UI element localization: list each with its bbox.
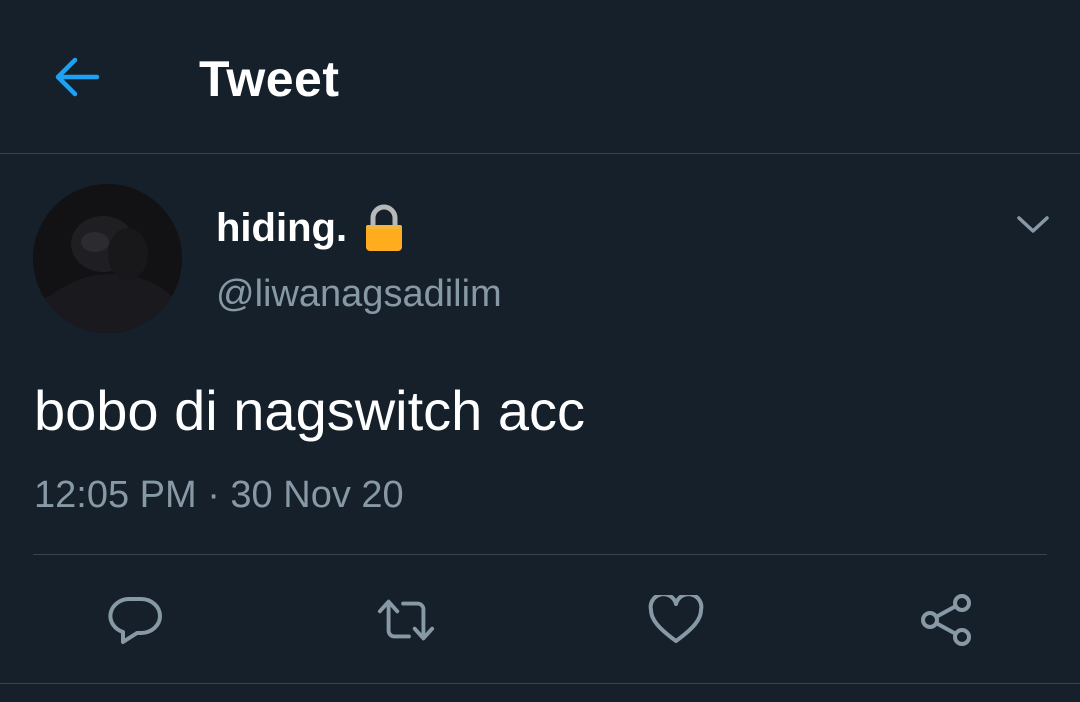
share-icon <box>921 594 971 646</box>
retweet-button[interactable] <box>376 590 436 650</box>
tweet-text: bobo di nagswitch acc <box>34 379 586 442</box>
author-name-row: hiding. <box>216 200 405 256</box>
more-options-button[interactable] <box>1008 200 1058 250</box>
reply-button[interactable] <box>105 590 165 650</box>
divider <box>0 683 1080 684</box>
reply-icon <box>108 597 162 644</box>
retweet-icon <box>377 599 435 641</box>
tweet-timestamp[interactable]: 12:05 PM · 30 Nov 20 <box>34 472 404 518</box>
avatar[interactable] <box>33 184 182 333</box>
divider <box>33 554 1047 555</box>
chevron-down-icon <box>1017 216 1049 233</box>
author-handle[interactable]: @liwanagsadilim <box>216 270 502 318</box>
avatar-image <box>33 184 182 333</box>
tweet-detail-screen: Tweet hiding. @liwanagsadilim bobo di na… <box>0 0 1080 702</box>
like-button[interactable] <box>646 590 706 650</box>
heart-icon <box>648 595 704 643</box>
share-button[interactable] <box>916 590 976 650</box>
page-title: Tweet <box>199 51 340 107</box>
arrow-left-icon <box>55 57 100 97</box>
lock-icon <box>363 204 405 252</box>
back-button[interactable] <box>50 52 104 102</box>
display-name[interactable]: hiding. <box>216 202 347 254</box>
top-app-bar: Tweet <box>0 0 1080 154</box>
